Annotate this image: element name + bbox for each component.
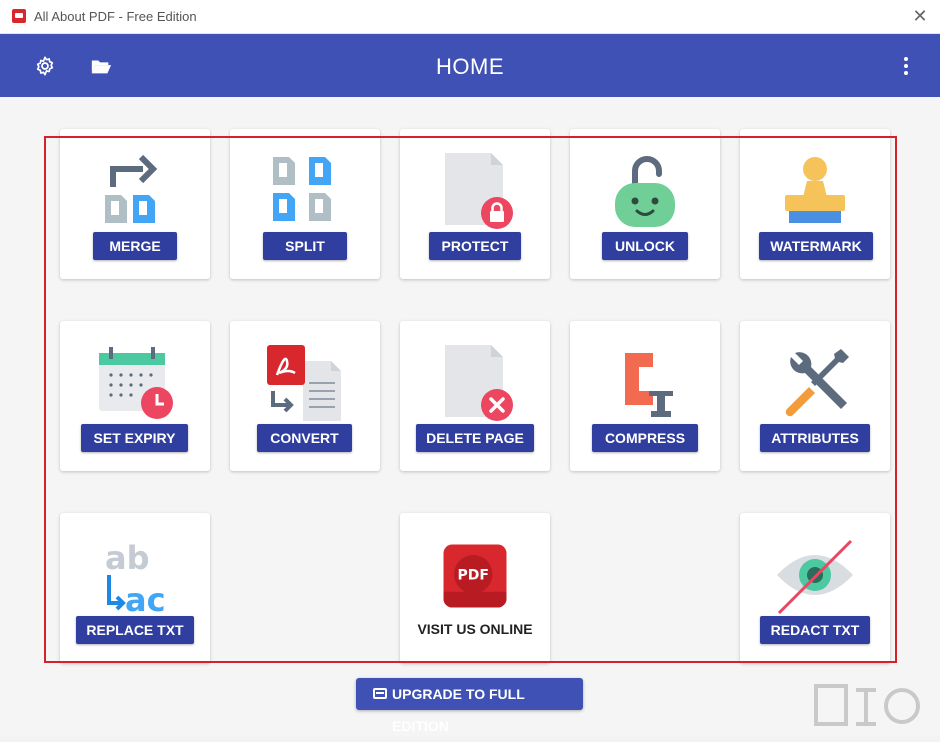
upgrade-button[interactable]: UPGRADE TO FULL EDITION — [356, 678, 583, 734]
merge-tile[interactable]: MERGE — [60, 129, 210, 279]
svg-text:ac: ac — [125, 581, 166, 615]
upgrade-label: UPGRADE TO FULL EDITION — [392, 686, 525, 734]
split-tile[interactable]: SPLIT — [230, 129, 380, 279]
redact-eye-icon — [777, 539, 853, 615]
app-logo-icon — [12, 9, 26, 23]
window-title: All About PDF - Free Edition — [34, 9, 197, 24]
unlock-icon — [615, 156, 675, 227]
stamp-icon — [785, 157, 845, 223]
protect-tile[interactable]: PROTECT — [400, 129, 550, 279]
compress-button[interactable]: COMPRESS — [592, 424, 698, 452]
pdf-logo-icon: PDF — [443, 544, 507, 608]
clamp-icon — [625, 353, 673, 417]
unlock-button[interactable]: UNLOCK — [602, 232, 688, 260]
convert-icon — [267, 345, 341, 421]
attributes-button[interactable]: ATTRIBUTES — [760, 424, 870, 452]
convert-tile[interactable]: CONVERT — [230, 321, 380, 471]
split-button[interactable]: SPLIT — [263, 232, 347, 260]
replace-text-icon: ab ac — [105, 539, 166, 615]
attributes-tile[interactable]: ATTRIBUTES — [740, 321, 890, 471]
protect-button[interactable]: PROTECT — [429, 232, 521, 260]
svg-text:ab: ab — [105, 539, 150, 577]
close-icon[interactable]: ✕ — [910, 6, 930, 26]
tools-icon — [785, 349, 849, 417]
redact-txt-button[interactable]: REDACT TXT — [760, 616, 870, 644]
compress-tile[interactable]: COMPRESS — [570, 321, 720, 471]
visit-us-online-tile[interactable]: PDF VISIT US ONLINE — [400, 513, 550, 663]
page-title: HOME — [436, 54, 504, 79]
calendar-clock-icon — [99, 347, 173, 419]
visit-us-online-label: VISIT US ONLINE — [417, 621, 533, 637]
split-icon — [273, 157, 331, 221]
upgrade-icon — [373, 688, 387, 699]
more-vert-icon[interactable] — [895, 55, 917, 77]
watermark-logo-icon — [814, 684, 920, 726]
set-expiry-button[interactable]: SET EXPIRY — [81, 424, 188, 452]
app-header: HOME — [0, 34, 940, 97]
protect-icon — [445, 153, 513, 229]
watermark-tile[interactable]: WATERMARK — [740, 129, 890, 279]
redact-txt-tile[interactable]: REDACT TXT — [740, 513, 890, 663]
merge-button[interactable]: MERGE — [93, 232, 177, 260]
svg-text:PDF: PDF — [458, 568, 489, 584]
unlock-tile[interactable]: UNLOCK — [570, 129, 720, 279]
set-expiry-tile[interactable]: SET EXPIRY — [60, 321, 210, 471]
watermark-button[interactable]: WATERMARK — [759, 232, 873, 260]
replace-txt-tile[interactable]: ab ac REPLACE TXT — [60, 513, 210, 663]
replace-txt-button[interactable]: REPLACE TXT — [76, 616, 194, 644]
merge-icon — [105, 154, 158, 223]
title-bar: All About PDF - Free Edition ✕ — [0, 0, 940, 34]
delete-page-tile[interactable]: DELETE PAGE — [400, 321, 550, 471]
delete-page-button[interactable]: DELETE PAGE — [416, 424, 534, 452]
convert-button[interactable]: CONVERT — [257, 424, 352, 452]
delete-page-icon — [445, 345, 513, 421]
